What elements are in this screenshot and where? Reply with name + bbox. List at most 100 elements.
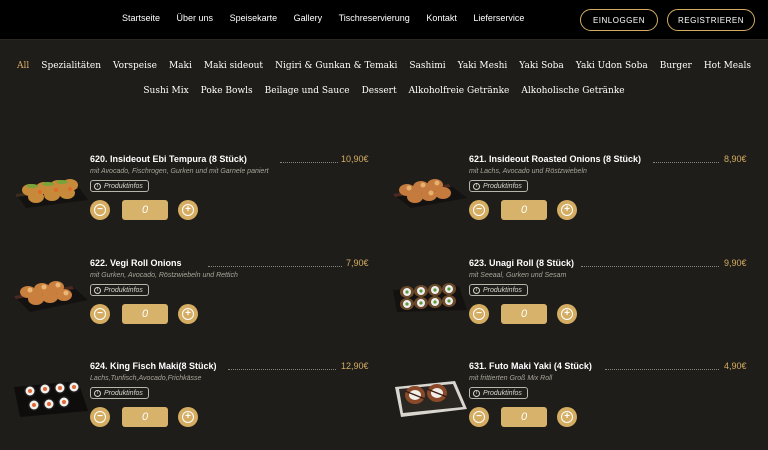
product-description: mit Lachs, Avocado und Röstzwiebeln [469, 168, 587, 175]
info-icon: i [94, 389, 101, 397]
product-info-button[interactable]: i Produktinfos [469, 284, 528, 296]
price-leader [208, 266, 342, 267]
category-yaki-udon-soba[interactable]: Yaki Udon Soba [576, 61, 648, 71]
price-leader [581, 266, 719, 267]
product-price: 8,90€ [724, 154, 747, 164]
plus-circle-icon: + [561, 411, 573, 423]
product-info-button[interactable]: i Produktinfos [469, 387, 528, 399]
minus-circle-icon: − [94, 204, 106, 216]
category-yaki-soba[interactable]: Yaki Soba [519, 61, 564, 71]
category-alkoholische-getraenke[interactable]: Alkoholische Getränke [521, 86, 624, 96]
minus-circle-icon: − [94, 411, 106, 423]
plus-circle-icon: + [182, 411, 194, 423]
quantity-field[interactable]: 0 [501, 407, 547, 427]
product-info-label: Produktinfos [104, 286, 143, 294]
category-nigiri[interactable]: Nigiri & Gunkan & Temaki [275, 61, 397, 71]
product-description: mit Seeaal, Gurken und Sesam [469, 272, 567, 279]
info-icon: i [473, 182, 480, 190]
product-info-button[interactable]: i Produktinfos [90, 387, 149, 399]
increase-quantity-button[interactable]: + [557, 407, 577, 427]
plus-circle-icon: + [561, 204, 573, 216]
decrease-quantity-button[interactable]: − [90, 407, 110, 427]
plus-circle-icon: + [182, 204, 194, 216]
product-card: 623. Unagi Roll (8 Stück) 9,90€ mit Seea… [391, 258, 751, 348]
price-leader [605, 369, 719, 370]
category-hot-meals[interactable]: Hot Meals [704, 61, 751, 71]
nav-ueber-uns[interactable]: Über uns [177, 13, 214, 23]
product-image [395, 381, 467, 417]
product-description: mit Gurken, Avocado, Röstzwiebeln und Re… [90, 272, 238, 279]
product-title: 621. Insideout Roasted Onions (8 Stück) [469, 154, 642, 164]
product-title: 620. Insideout Ebi Tempura (8 Stück) [90, 154, 247, 164]
increase-quantity-button[interactable]: + [178, 304, 198, 324]
info-icon: i [94, 286, 101, 294]
nav-gallery[interactable]: Gallery [294, 13, 323, 23]
product-title: 624. King Fisch Maki(8 Stück) [90, 361, 217, 371]
minus-circle-icon: − [473, 308, 485, 320]
product-info-label: Produktinfos [483, 389, 522, 397]
price-leader [653, 162, 719, 163]
category-burger[interactable]: Burger [660, 61, 692, 71]
category-spezialitaeten[interactable]: Spezialitäten [41, 61, 101, 71]
minus-circle-icon: − [94, 308, 106, 320]
product-price: 12,90€ [341, 361, 369, 371]
category-beilage-sauce[interactable]: Beilage und Sauce [265, 86, 350, 96]
product-image [14, 281, 88, 312]
main-nav: Startseite Über uns Speisekarte Gallery … [122, 13, 541, 23]
plus-circle-icon: + [182, 308, 194, 320]
product-info-button[interactable]: i Produktinfos [90, 180, 149, 192]
product-image [393, 179, 467, 208]
info-icon: i [94, 182, 101, 190]
category-alkoholfreie-getraenke[interactable]: Alkoholfreie Getränke [409, 86, 510, 96]
product-card: 621. Insideout Roasted Onions (8 Stück) … [391, 154, 751, 244]
decrease-quantity-button[interactable]: − [469, 304, 489, 324]
product-image [14, 381, 88, 417]
top-navigation-bar: Startseite Über uns Speisekarte Gallery … [0, 0, 768, 40]
product-description: mit frittierten Groß Mix Roll [469, 375, 553, 382]
product-info-label: Produktinfos [483, 182, 522, 190]
quantity-field[interactable]: 0 [122, 407, 168, 427]
login-button[interactable]: EINLOGGEN [580, 9, 658, 31]
category-vorspeise[interactable]: Vorspeise [113, 61, 157, 71]
quantity-field[interactable]: 0 [501, 200, 547, 220]
nav-speisekarte[interactable]: Speisekarte [230, 13, 278, 23]
price-leader [228, 369, 336, 370]
minus-circle-icon: − [473, 204, 485, 216]
quantity-field[interactable]: 0 [501, 304, 547, 324]
category-yaki-meshi[interactable]: Yaki Meshi [458, 61, 508, 71]
info-icon: i [473, 286, 480, 294]
nav-tischreservierung[interactable]: Tischreservierung [339, 13, 410, 23]
increase-quantity-button[interactable]: + [178, 200, 198, 220]
product-info-button[interactable]: i Produktinfos [469, 180, 528, 192]
category-dessert[interactable]: Dessert [362, 86, 397, 96]
product-info-label: Produktinfos [104, 389, 143, 397]
product-title: 622. Vegi Roll Onions [90, 258, 182, 268]
quantity-field[interactable]: 0 [122, 200, 168, 220]
category-maki-sideout[interactable]: Maki sideout [204, 61, 263, 71]
product-description: mit Avocado, Fischrogen, Gurken und mit … [90, 168, 269, 175]
nav-lieferservice[interactable]: Lieferservice [473, 13, 524, 23]
category-all[interactable]: All [17, 61, 29, 71]
decrease-quantity-button[interactable]: − [90, 304, 110, 324]
nav-kontakt[interactable]: Kontakt [426, 13, 457, 23]
category-sashimi[interactable]: Sashimi [409, 61, 445, 71]
product-price: 7,90€ [346, 258, 369, 268]
decrease-quantity-button[interactable]: − [469, 200, 489, 220]
nav-startseite[interactable]: Startseite [122, 13, 160, 23]
product-card: 624. King Fisch Maki(8 Stück) 12,90€ Lac… [12, 361, 372, 450]
register-button[interactable]: REGISTRIEREN [667, 9, 755, 31]
category-maki[interactable]: Maki [169, 61, 192, 71]
product-info-button[interactable]: i Produktinfos [90, 284, 149, 296]
category-sushi-mix[interactable]: Sushi Mix [143, 86, 188, 96]
product-card: 620. Insideout Ebi Tempura (8 Stück) 10,… [12, 154, 372, 244]
category-poke-bowls[interactable]: Poke Bowls [201, 86, 253, 96]
product-card: 622. Vegi Roll Onions 7,90€ mit Gurken, … [12, 258, 372, 348]
quantity-field[interactable]: 0 [122, 304, 168, 324]
decrease-quantity-button[interactable]: − [90, 200, 110, 220]
increase-quantity-button[interactable]: + [557, 200, 577, 220]
increase-quantity-button[interactable]: + [178, 407, 198, 427]
product-price: 4,90€ [724, 361, 747, 371]
increase-quantity-button[interactable]: + [557, 304, 577, 324]
product-image [16, 179, 88, 208]
decrease-quantity-button[interactable]: − [469, 407, 489, 427]
